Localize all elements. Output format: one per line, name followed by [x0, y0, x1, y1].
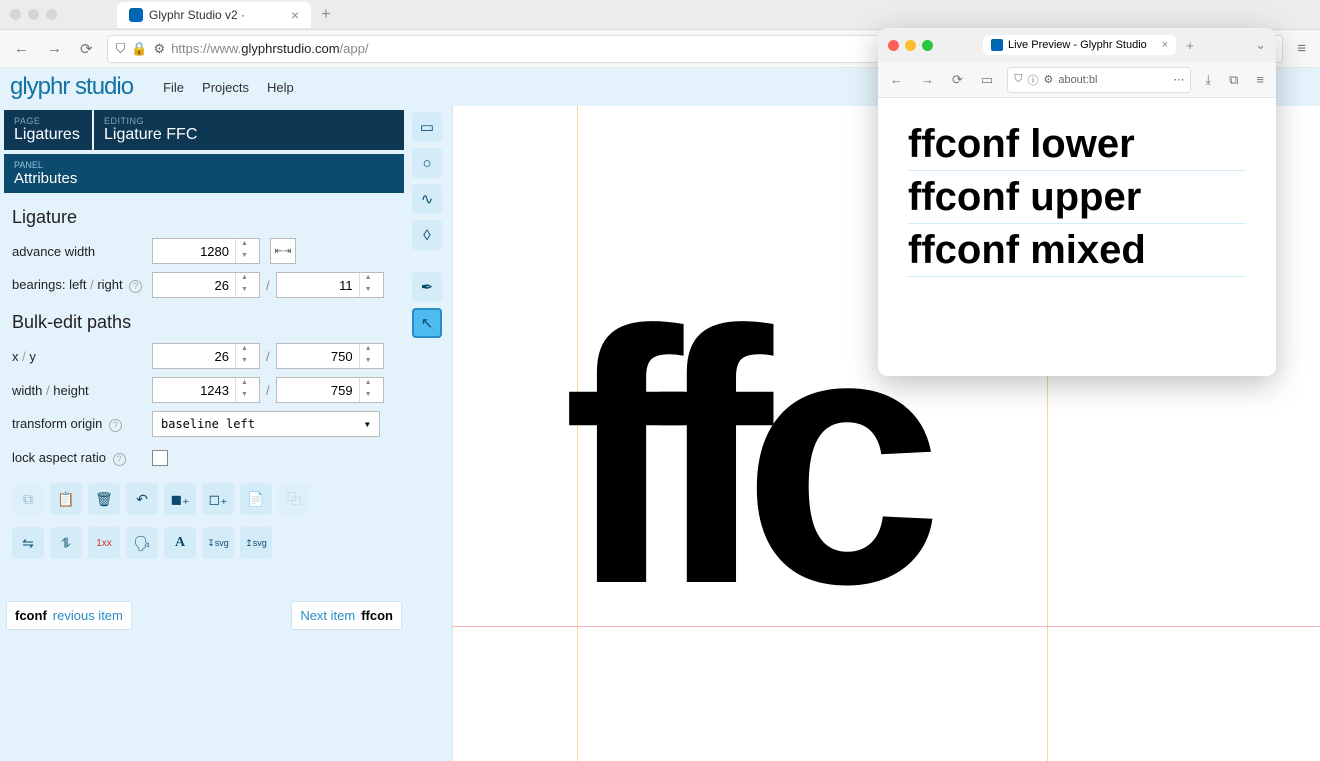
preview-line: ffconf mixed: [908, 224, 1246, 277]
chevron-down-icon[interactable]: ⌄: [1255, 37, 1266, 53]
shield-icon: ⛉: [116, 41, 126, 57]
chevron-down-icon: ▾: [364, 417, 371, 431]
forward-button[interactable]: →: [917, 70, 938, 89]
canvas-glyph: ffc: [563, 251, 913, 665]
download-icon[interactable]: ⤓: [1201, 70, 1215, 90]
label-lock: lock aspect ratio ?: [12, 450, 152, 466]
section-bulk: Bulk-edit paths: [12, 312, 396, 333]
back-button[interactable]: ←: [10, 36, 33, 61]
duplicate-button[interactable]: ⿻: [278, 483, 310, 515]
browser-tab[interactable]: Glyphr Studio v2 · ×: [117, 2, 311, 28]
clipboard-button[interactable]: 📄: [240, 483, 272, 515]
input-advance-width[interactable]: ▲▼: [152, 238, 260, 264]
tool-column: ▭ ○ ∿ ◊ ✒ ↖: [408, 106, 452, 761]
live-preview-window: Live Preview - Glyphr Studio × + ⌄ ← → ⟳…: [878, 28, 1276, 376]
extension-icon[interactable]: ⧉: [1225, 70, 1242, 90]
menu-icon[interactable]: ≡: [1293, 36, 1310, 61]
input-x[interactable]: ▲▼: [152, 343, 260, 369]
new-tab-button[interactable]: +: [1186, 38, 1194, 53]
import-svg-button[interactable]: ↥svg: [240, 527, 272, 559]
panel-header[interactable]: PANEL Attributes: [4, 154, 404, 193]
export-svg-button[interactable]: ↧svg: [202, 527, 234, 559]
input-bearing-left[interactable]: ▲▼: [152, 272, 260, 298]
app-logo: glyphr studio: [10, 73, 133, 101]
settings-toggle-icon: ⚙: [1043, 73, 1053, 86]
new-tab-button[interactable]: +: [321, 6, 330, 24]
url-text: https://www.glyphrstudio.com/app/: [171, 41, 368, 56]
input-width[interactable]: ▲▼: [152, 377, 260, 403]
tool-oval[interactable]: ○: [412, 148, 442, 178]
label-advance-width: advance width: [12, 244, 152, 259]
prev-item-button[interactable]: fconfrevious item: [6, 601, 132, 630]
input-y[interactable]: ▲▼: [276, 343, 384, 369]
close-icon[interactable]: ×: [1162, 39, 1168, 51]
label-wh: width / height: [12, 383, 152, 398]
info-icon: ⓘ: [1027, 72, 1038, 88]
popup-tab[interactable]: Live Preview - Glyphr Studio ×: [983, 35, 1176, 55]
rotate-button[interactable]: 🗣: [126, 527, 158, 559]
input-height[interactable]: ▲▼: [276, 377, 384, 403]
action-toolbar-1: ⧉ 📋 🗑 ↶ ◼₊ ◻₊ 📄 ⿻: [12, 483, 396, 515]
traffic-lights[interactable]: [10, 9, 57, 20]
paste-button[interactable]: 📋: [50, 483, 82, 515]
more-icon[interactable]: ⋯: [1173, 73, 1184, 86]
copy-button[interactable]: ⧉: [12, 483, 44, 515]
crumb-editing[interactable]: EDITING Ligature FFC: [94, 110, 404, 150]
close-icon[interactable]: ×: [291, 7, 299, 23]
reload-button[interactable]: ⟳: [948, 70, 967, 90]
popup-urlbar[interactable]: ⛉ ⓘ ⚙ about:bl ⋯: [1007, 67, 1191, 93]
main-titlebar: Glyphr Studio v2 · × +: [0, 0, 1320, 30]
favicon-icon: [991, 39, 1003, 51]
left-panel: PAGE Ligatures EDITING Ligature FFC PANE…: [0, 106, 408, 761]
align-button[interactable]: A: [164, 527, 196, 559]
preview-body: ffconf lower ffconf upper ffconf mixed: [878, 98, 1276, 376]
tool-pen-edit[interactable]: ✒: [412, 272, 442, 302]
action-toolbar-2: ⇋ ⥮ 1xx 🗣 A ↧svg ↥svg: [12, 527, 396, 559]
back-button[interactable]: ←: [886, 70, 907, 89]
reader-icon[interactable]: ▭: [977, 70, 997, 90]
next-item-button[interactable]: Next itemffcon: [291, 601, 402, 630]
lock-icon: 🔒: [131, 41, 147, 57]
select-transform-origin[interactable]: baseline left▾: [152, 411, 380, 437]
tool-arrow[interactable]: ↖: [412, 308, 442, 338]
shield-icon: ⛉: [1014, 73, 1022, 86]
flip-v-button[interactable]: ⥮: [50, 527, 82, 559]
settings-toggle-icon: ⚙: [154, 41, 166, 57]
checkbox-lock-ratio[interactable]: [152, 450, 168, 466]
preview-line: ffconf lower: [908, 118, 1246, 171]
favicon-icon: [129, 8, 143, 22]
delete-path-button[interactable]: 🗑: [88, 483, 120, 515]
flip-h-button[interactable]: ⇋: [12, 527, 44, 559]
undo-button[interactable]: ↶: [126, 483, 158, 515]
tool-rect[interactable]: ▭: [412, 112, 442, 142]
popup-toolbar: ← → ⟳ ▭ ⛉ ⓘ ⚙ about:bl ⋯ ⤓ ⧉ ≡: [878, 62, 1276, 98]
input-bearing-right[interactable]: ▲▼: [276, 272, 384, 298]
menu-projects[interactable]: Projects: [202, 80, 249, 95]
menu-help[interactable]: Help: [267, 80, 294, 95]
autowidth-button[interactable]: ⇤⇥: [270, 238, 296, 264]
reload-button[interactable]: ⟳: [76, 36, 97, 62]
label-bearings: bearings: left / right ?: [12, 277, 152, 293]
menu-file[interactable]: File: [163, 80, 184, 95]
label-transform: transform origin ?: [12, 416, 152, 432]
round-button[interactable]: 1xx: [88, 527, 120, 559]
tool-path[interactable]: ∿: [412, 184, 442, 214]
forward-button[interactable]: →: [43, 36, 66, 61]
menu-icon[interactable]: ≡: [1252, 70, 1268, 89]
tool-pen[interactable]: ◊: [412, 220, 442, 250]
section-ligature: Ligature: [12, 207, 396, 228]
crumb-page[interactable]: PAGE Ligatures: [4, 110, 92, 150]
preview-line: ffconf upper: [908, 171, 1246, 224]
add-shape-button[interactable]: ◼₊: [164, 483, 196, 515]
tab-title: Glyphr Studio v2 ·: [149, 8, 245, 22]
label-xy: x / y: [12, 349, 152, 364]
add-component-button[interactable]: ◻₊: [202, 483, 234, 515]
popup-titlebar[interactable]: Live Preview - Glyphr Studio × + ⌄: [878, 28, 1276, 62]
